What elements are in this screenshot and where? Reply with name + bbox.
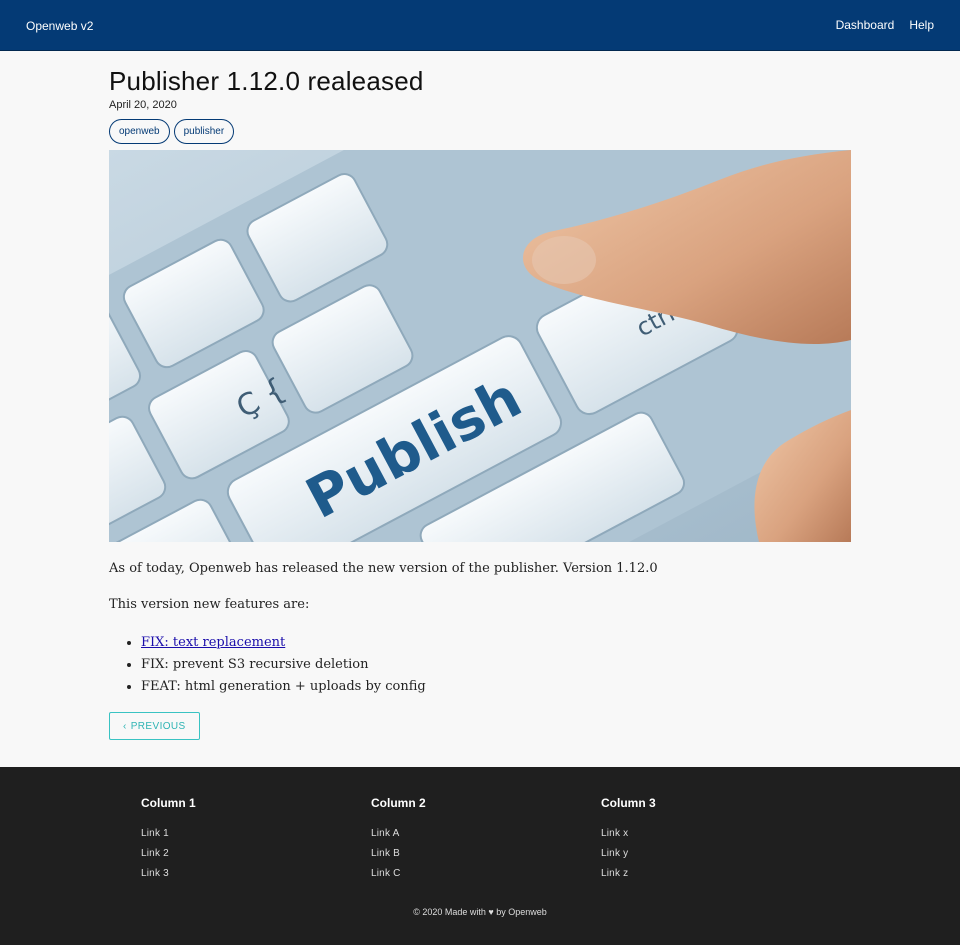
site-footer: Column 1 Link 1 Link 2 Link 3 Column 2 L… (0, 767, 960, 945)
post-title: Publisher 1.12.0 realeased (109, 66, 424, 96)
feature-link-text-replacement[interactable]: FIX: text replacement (141, 635, 285, 650)
nav-dashboard-link[interactable]: Dashboard (836, 18, 895, 32)
footer-link[interactable]: Link A (371, 824, 426, 844)
post-date: April 20, 2020 (109, 99, 177, 111)
footer-link[interactable]: Link z (601, 864, 656, 884)
nav-help-link[interactable]: Help (909, 18, 934, 32)
footer-column-title: Column 2 (371, 796, 426, 810)
post-intro: As of today, Openweb has released the ne… (109, 561, 658, 576)
features-heading: This version new features are: (109, 597, 310, 612)
list-item: FIX: prevent S3 recursive deletion (141, 654, 851, 676)
footer-link[interactable]: Link 3 (141, 864, 196, 884)
chevron-left-icon: ‹ (123, 720, 127, 732)
footer-column-2: Column 2 Link A Link B Link C (371, 796, 426, 884)
footer-column-title: Column 1 (141, 796, 196, 810)
tag-openweb[interactable]: openweb (109, 119, 170, 144)
post-article: Publisher 1.12.0 realeased April 20, 202… (109, 51, 851, 740)
hero-image: + Ç { : , — alt ctrl Publish (109, 150, 851, 542)
footer-link[interactable]: Link 2 (141, 844, 196, 864)
list-item: FIX: text replacement (141, 632, 851, 654)
footer-link[interactable]: Link x (601, 824, 656, 844)
previous-button[interactable]: ‹ PREVIOUS (109, 712, 200, 740)
footer-link[interactable]: Link B (371, 844, 426, 864)
top-navbar: Openweb v2 Dashboard Help (0, 0, 960, 51)
footer-column-3: Column 3 Link x Link y Link z (601, 796, 656, 884)
footer-column-title: Column 3 (601, 796, 656, 810)
footer-link[interactable]: Link y (601, 844, 656, 864)
brand-link[interactable]: Openweb v2 (26, 19, 93, 33)
previous-label: PREVIOUS (130, 720, 186, 732)
list-item: FEAT: html generation + uploads by confi… (141, 676, 851, 698)
post-body: As of today, Openweb has released the ne… (109, 561, 851, 740)
footer-link[interactable]: Link 1 (141, 824, 196, 844)
tag-publisher[interactable]: publisher (173, 119, 235, 144)
main-nav: Dashboard Help (836, 18, 934, 32)
footer-link[interactable]: Link C (371, 864, 426, 884)
tag-list: openweb publisher (109, 119, 851, 145)
footer-column-1: Column 1 Link 1 Link 2 Link 3 (141, 796, 196, 884)
copyright-text: © 2020 Made with ♥ by Openweb (413, 907, 547, 917)
features-list: FIX: text replacement FIX: prevent S3 re… (109, 632, 851, 698)
